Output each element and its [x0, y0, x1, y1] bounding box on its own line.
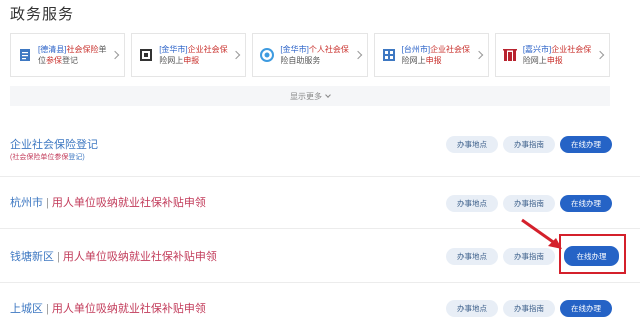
chevron-down-icon: [325, 91, 331, 98]
quick-card-jiaxing[interactable]: [嘉兴市]企业社会保 险网上申报: [494, 33, 611, 77]
id-card-icon: [138, 47, 154, 63]
row-divider: [0, 282, 640, 283]
online-apply-button[interactable]: 在线办理: [560, 136, 612, 153]
row-divider: [0, 176, 640, 177]
chevron-right-icon: [232, 50, 241, 60]
service-title-hangzhou[interactable]: 杭州市 | 用人单位吸纳就业社保补贴申领: [10, 194, 206, 210]
chevron-right-icon: [595, 50, 605, 60]
guide-button[interactable]: 办事指南: [503, 136, 555, 153]
quick-card-jinhua-personal[interactable]: [金华市]个人社会保 险自助服务: [252, 33, 368, 77]
highlight-box: [559, 234, 626, 274]
location-button[interactable]: 办事地点: [446, 248, 498, 265]
guide-button[interactable]: 办事指南: [503, 195, 555, 212]
service-subtitle: (社会保险单位参保登记): [10, 154, 85, 161]
chevron-right-icon: [474, 50, 484, 60]
service-title-shangcheng[interactable]: 上城区 | 用人单位吸纳就业社保补贴申领: [10, 300, 206, 316]
building-icon: [381, 47, 397, 63]
guide-button[interactable]: 办事指南: [503, 300, 555, 317]
annotation-arrow-icon: [521, 218, 562, 249]
service-title-qiantang[interactable]: 钱塘新区 | 用人单位吸纳就业社保补贴申领: [10, 248, 217, 264]
online-apply-button[interactable]: 在线办理: [560, 300, 612, 317]
quick-service-cards: [德清县]社会保险单 位参保登记 [金华市]企业社会保 险网上申报 [金华市]个…: [10, 33, 611, 77]
show-more-button[interactable]: 显示更多: [10, 86, 610, 106]
location-button[interactable]: 办事地点: [446, 195, 498, 212]
quick-card-taizhou[interactable]: [台州市]企业社会保 险网上申报: [373, 33, 489, 77]
page-title: 政务服务: [10, 6, 75, 23]
quick-card-deqing[interactable]: [德清县]社会保险单 位参保登记: [10, 33, 126, 77]
chevron-right-icon: [353, 50, 362, 60]
online-apply-button[interactable]: 在线办理: [560, 195, 612, 212]
chevron-right-icon: [110, 50, 120, 60]
document-icon: [17, 47, 33, 63]
gate-icon: [502, 47, 518, 63]
quick-card-jinhua-enterprise[interactable]: [金华市]企业社会保 险网上申报: [131, 33, 247, 77]
location-button[interactable]: 办事地点: [446, 300, 498, 317]
service-title-enterprise-registration[interactable]: 企业社会保险登记: [10, 136, 98, 152]
location-button[interactable]: 办事地点: [446, 136, 498, 153]
swirl-icon: [259, 47, 275, 63]
